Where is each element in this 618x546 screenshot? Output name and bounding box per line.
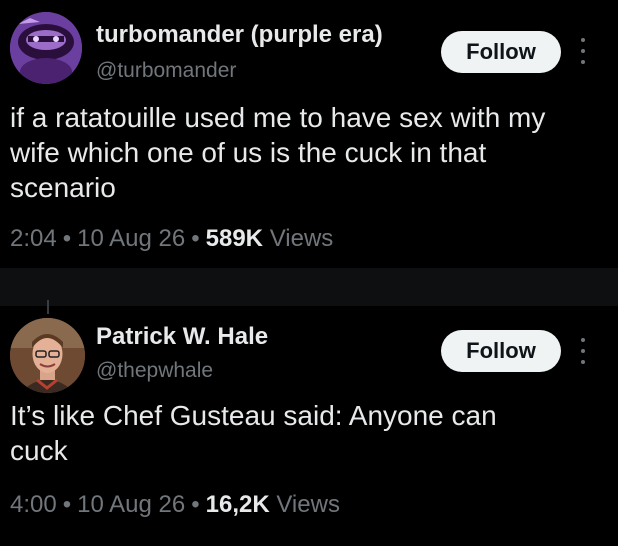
avatar[interactable]: [10, 12, 82, 84]
tweet-text: if a ratatouille used me to have sex wit…: [10, 102, 546, 203]
tweet-meta: 2:04 • 10 Aug 26 • 589K Views: [10, 225, 333, 253]
tweet: turbomander (purple era) @turbomander Fo…: [0, 0, 618, 268]
tweet: Patrick W. Hale @thepwhale Follow It’s l…: [0, 306, 618, 546]
tweet-text: It’s like Chef Gusteau said: Anyone can …: [10, 400, 497, 466]
tweet-date[interactable]: 10 Aug 26: [77, 225, 185, 252]
views-count: 16,2K: [205, 491, 270, 518]
man-portrait-avatar-icon: [10, 318, 85, 393]
meta-separator: •: [62, 491, 72, 518]
display-name[interactable]: turbomander (purple era): [96, 21, 383, 49]
meta-separator: •: [62, 225, 72, 252]
purple-creature-avatar-icon: [10, 12, 82, 84]
more-options-icon[interactable]: [576, 38, 590, 64]
tweet-meta: 4:00 • 10 Aug 26 • 16,2K Views: [10, 491, 340, 519]
follow-button[interactable]: Follow: [441, 330, 561, 372]
user-handle[interactable]: @turbomander: [96, 59, 236, 83]
tweet-separator: [0, 268, 618, 306]
tweet-time[interactable]: 2:04: [10, 225, 57, 252]
meta-separator: •: [191, 225, 200, 252]
tweet-time[interactable]: 4:00: [10, 491, 57, 518]
meta-separator: •: [191, 491, 200, 518]
more-options-icon[interactable]: [576, 338, 590, 364]
tweet-date[interactable]: 10 Aug 26: [77, 491, 185, 518]
user-handle[interactable]: @thepwhale: [96, 359, 213, 383]
display-name[interactable]: Patrick W. Hale: [96, 323, 268, 351]
follow-button[interactable]: Follow: [441, 31, 561, 73]
views-label: Views: [269, 225, 334, 252]
views-count: 589K: [205, 225, 264, 252]
avatar[interactable]: [10, 318, 85, 393]
views-label: Views: [276, 491, 340, 518]
